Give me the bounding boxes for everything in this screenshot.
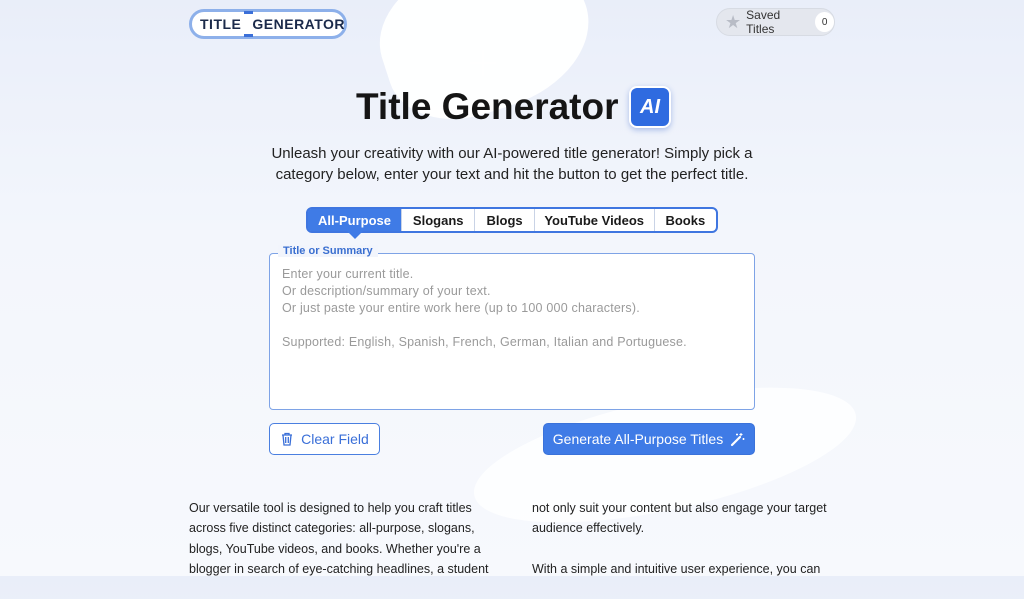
tab-youtube-videos[interactable]: YouTube Videos [535,209,655,231]
generate-titles-label: Generate All-Purpose Titles [552,431,724,447]
page-subtitle: Unleash your creativity with our AI-powe… [271,145,753,183]
description-column-2: not only suit your content but also enga… [532,498,832,599]
tab-books[interactable]: Books [655,209,716,231]
tab-slogans[interactable]: Slogans [402,209,476,231]
description-column-1: Our versatile tool is designed to help y… [189,501,489,576]
logo-word-generator: GENERATOR [252,16,346,32]
trash-icon [282,432,293,446]
ai-badge: AI [629,86,671,128]
title-summary-field [269,253,755,410]
clear-field-button[interactable]: Clear Field [269,423,380,455]
saved-titles-count: 0 [815,12,834,32]
category-tabs: All-Purpose Slogans Blogs YouTube Videos… [306,207,718,239]
generate-titles-button[interactable]: Generate All-Purpose Titles [543,423,755,455]
magic-wand-icon [731,432,745,446]
sparkle-decoration [470,50,496,76]
clear-field-label: Clear Field [301,431,369,447]
tab-blogs[interactable]: Blogs [475,209,535,231]
star-icon: ★ [725,12,742,32]
page-title: Title Generator [356,86,619,127]
title-summary-input[interactable] [270,254,754,409]
site-logo[interactable]: TITLE GENERATOR [189,9,347,39]
tab-all-purpose[interactable]: All-Purpose [308,209,403,239]
saved-titles-button[interactable]: ★ Saved Titles 0 [716,8,835,36]
saved-titles-label: Saved Titles [746,8,781,36]
logo-word-title: TITLE [200,16,242,32]
field-legend: Title or Summary [278,245,378,257]
description-paragraph: not only suit your content but also enga… [532,501,827,536]
